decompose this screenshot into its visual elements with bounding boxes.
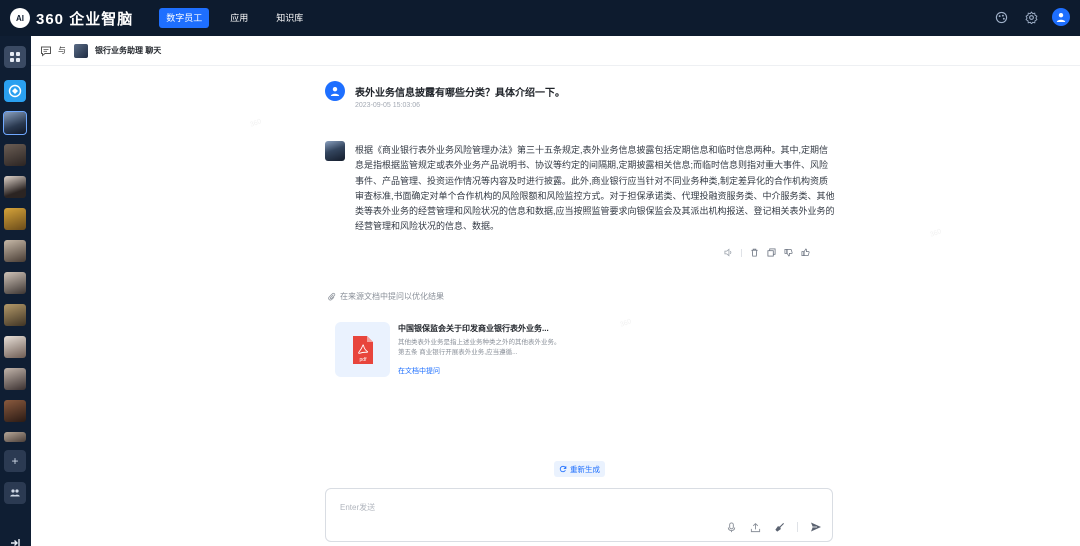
pdf-file-icon: pdf — [335, 322, 390, 377]
regenerate-button[interactable]: 重新生成 — [554, 461, 605, 477]
add-employee-button[interactable]: + — [4, 450, 26, 472]
refresh-icon — [559, 465, 567, 473]
clear-brush-icon[interactable] — [773, 521, 785, 533]
paperclip-icon — [328, 292, 336, 301]
copy-icon[interactable] — [767, 248, 776, 257]
source-document-card[interactable]: pdf 中国银保监会关于印发商业银行表外业务... 其他类表外业务是指上述业务种… — [327, 314, 572, 386]
palette-icon[interactable] — [994, 10, 1008, 24]
ask-in-document-link[interactable]: 在文档中提问 — [398, 366, 440, 376]
nav-digital-employee[interactable]: 数字员工 — [159, 8, 210, 28]
speaker-icon[interactable] — [724, 248, 733, 257]
logo-text: 360 企业智脑 — [36, 10, 134, 28]
thumbs-up-icon[interactable] — [801, 248, 810, 257]
microphone-icon[interactable] — [725, 521, 737, 533]
left-rail: + — [0, 36, 31, 546]
nav-knowledge-base[interactable]: 知识库 — [269, 8, 310, 28]
avatar-employee-7[interactable] — [4, 336, 26, 358]
divider — [797, 522, 798, 532]
delete-icon[interactable] — [750, 248, 759, 257]
user-avatar — [325, 81, 345, 101]
team-icon[interactable] — [4, 482, 26, 504]
top-right-tools — [978, 8, 1070, 26]
logo-badge: AI — [10, 8, 30, 28]
send-icon[interactable] — [810, 521, 822, 533]
watermark: 360 — [619, 318, 633, 329]
avatar-employee-10[interactable] — [4, 432, 26, 442]
chat-header: 与 银行业务助理 聊天 — [31, 36, 1080, 66]
avatar-employee-1[interactable] — [4, 144, 26, 166]
logo[interactable]: AI 360 企业智脑 — [10, 8, 133, 29]
source-tip-text: 在来源文档中提问以优化结果 — [340, 292, 444, 301]
divider — [741, 248, 742, 257]
message-input-placeholder: Enter发送 — [340, 503, 376, 512]
question-text: 表外业务信息披露有哪些分类？具体介绍一下。 — [355, 88, 565, 99]
chat-with-label: 与 — [58, 46, 66, 55]
collapse-rail-icon[interactable] — [4, 532, 26, 546]
avatar-employee-6[interactable] — [4, 304, 26, 326]
watermark: 360 — [249, 118, 263, 129]
question-timestamp: 2023-09-05 15:03:06 — [355, 102, 420, 109]
avatar-employee-2[interactable] — [4, 176, 26, 198]
ai-assistant-icon[interactable] — [4, 80, 26, 102]
regenerate-label: 重新生成 — [570, 464, 600, 474]
avatar-bank-assistant[interactable] — [3, 111, 27, 135]
avatar-employee-9[interactable] — [4, 400, 26, 422]
user-avatar-icon[interactable] — [1052, 8, 1070, 26]
upload-icon[interactable] — [749, 521, 761, 533]
chat-title: 银行业务助理 聊天 — [95, 46, 162, 55]
chat-header-avatar — [74, 43, 88, 58]
main-nav: 数字员工 应用 知识库 — [159, 8, 324, 28]
apps-grid-icon[interactable] — [4, 46, 26, 68]
watermark: 360 — [929, 228, 943, 239]
input-tools — [713, 521, 822, 533]
chat-bubble-icon — [41, 46, 51, 57]
avatar-employee-3[interactable] — [4, 208, 26, 230]
thumbs-down-icon[interactable] — [784, 248, 793, 257]
source-document-title: 中国银保监会关于印发商业银行表外业务... — [398, 324, 549, 333]
avatar-employee-5[interactable] — [4, 272, 26, 294]
gear-icon[interactable] — [1024, 10, 1038, 24]
avatar-employee-4[interactable] — [4, 240, 26, 262]
svg-text:pdf: pdf — [359, 357, 367, 363]
avatar-employee-8[interactable] — [4, 368, 26, 390]
message-input[interactable]: Enter发送 — [325, 488, 833, 542]
assistant-avatar — [325, 141, 345, 161]
answer-text: 根据《商业银行表外业务风险管理办法》第三十五条规定,表外业务信息披露包括定期信息… — [355, 145, 835, 232]
source-tip: 在来源文档中提问以优化结果 — [327, 291, 444, 302]
nav-apps[interactable]: 应用 — [223, 8, 255, 28]
top-bar: AI 360 企业智脑 数字员工 应用 知识库 — [0, 0, 1080, 36]
answer-actions — [724, 248, 818, 257]
source-document-snippet: 其他类表外业务是指上述业务种类之外的其他表外业务。 第五条 商业银行开展表外业务… — [398, 339, 561, 356]
